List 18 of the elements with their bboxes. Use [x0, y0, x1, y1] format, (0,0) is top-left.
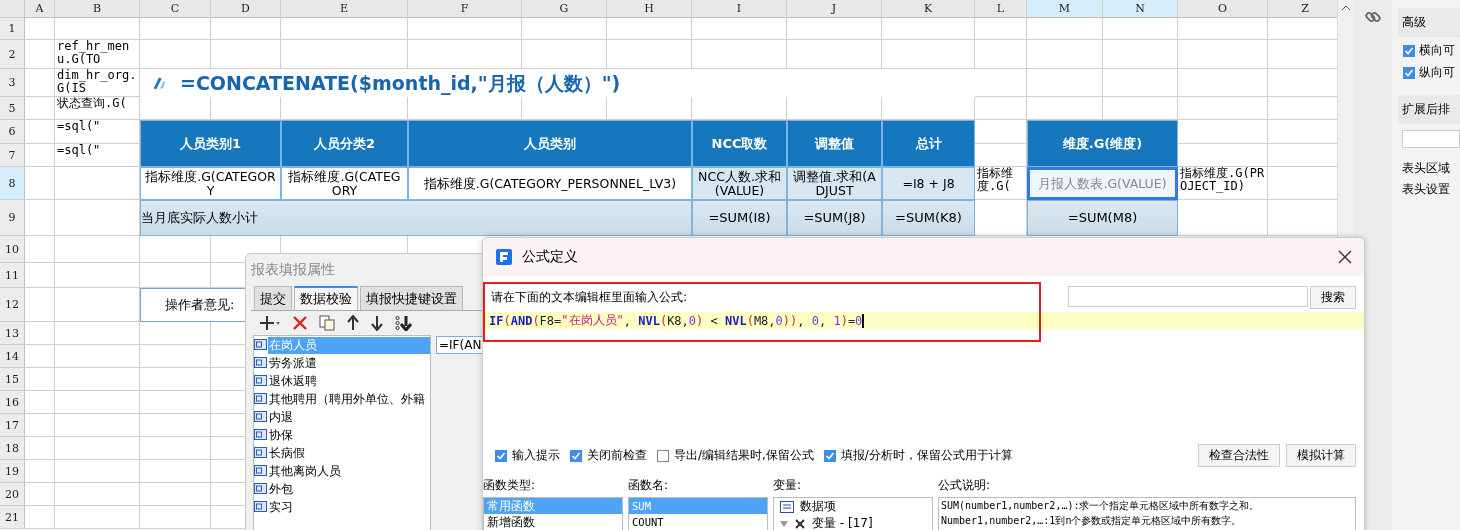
setting-label: 表头设置: [1402, 181, 1452, 198]
checkbox-label: 导出/编辑结果时,保留公式: [674, 447, 814, 464]
dialog-title: 报表填报属性: [250, 260, 336, 279]
checkbox-label: 关闭前检查: [587, 447, 647, 464]
instruction-text: 请在下面的文本编辑框里面输入公式:: [491, 289, 688, 306]
description-text: SUM(number1,number2,…):求一个指定单元格区域中所有数字之和。: [940, 499, 1261, 513]
setting-label: 表头区域: [1402, 160, 1452, 177]
dialog-title: 公式定义: [522, 248, 579, 266]
list-heading: 函数名:: [628, 477, 670, 494]
report-title: =CONCATENATE($month_id,"月报（人数）"): [180, 71, 621, 95]
description-text: Number1,number2,…:1到n个参数或指定单元格区域中所有数字。: [940, 514, 1243, 528]
list-heading: 公式说明:: [938, 477, 992, 494]
checkbox-label: 输入提示: [512, 447, 560, 464]
checkbox-label: 填报/分析时，保留公式用于计算: [840, 447, 1013, 464]
list-heading: 变量:: [773, 477, 803, 494]
checkbox-label: 横向可: [1419, 42, 1456, 59]
list-heading: 函数类型:: [483, 477, 537, 494]
checkbox-label: 纵向可: [1419, 64, 1456, 81]
